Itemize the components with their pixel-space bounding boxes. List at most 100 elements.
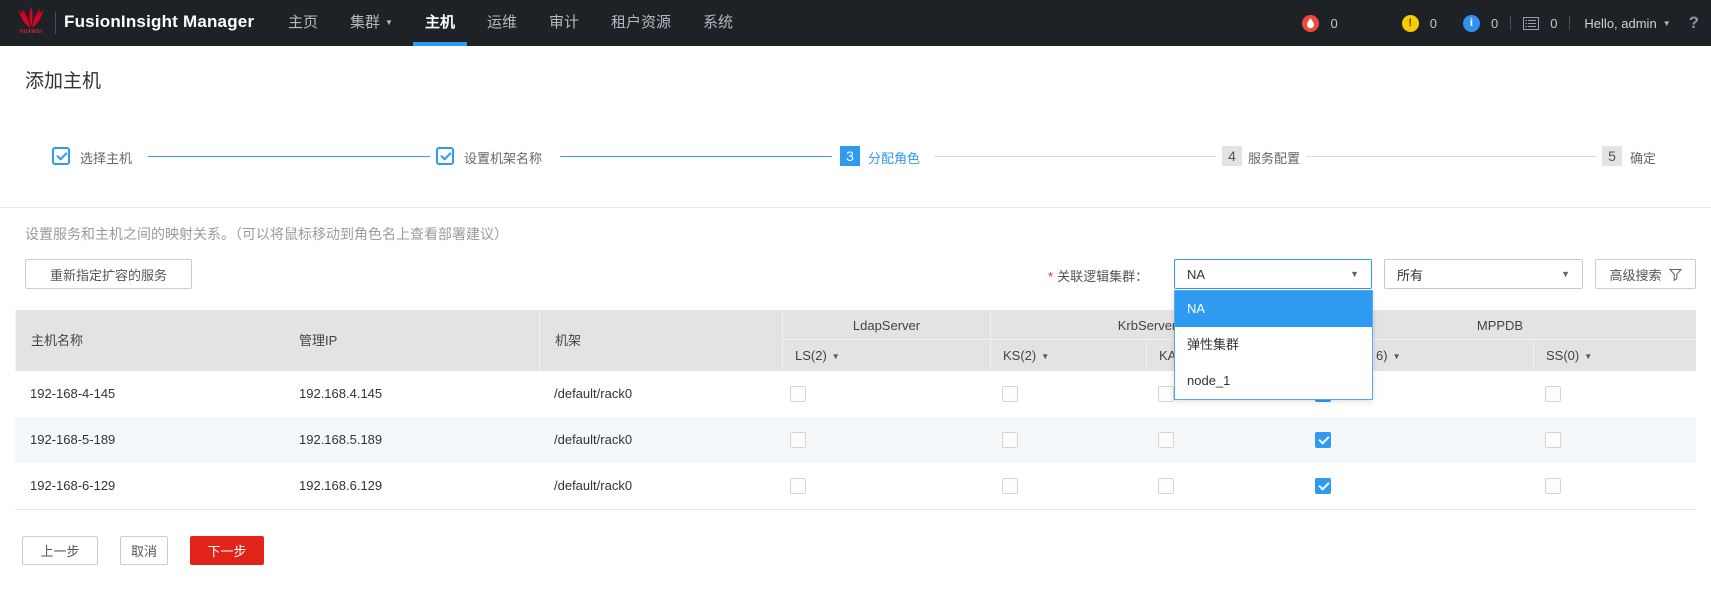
navbar-status-area: 0 ! 0 i 0 0 Hello, admin▼ ? bbox=[1302, 0, 1699, 46]
divider bbox=[1510, 16, 1511, 30]
role-checkbox-ka[interactable] bbox=[1158, 432, 1174, 448]
step1-label: 选择主机 bbox=[80, 148, 132, 167]
brand-title: FusionInsight Manager bbox=[64, 12, 254, 32]
info-alarm-icon[interactable]: i bbox=[1463, 15, 1480, 32]
role-column-ks[interactable]: KS(2)▼ bbox=[990, 341, 1146, 371]
step3-number: 3 bbox=[840, 146, 860, 166]
dropdown-option-na[interactable]: NA bbox=[1175, 291, 1372, 327]
brand-divider bbox=[55, 12, 56, 34]
table-row: 192-168-5-189 192.168.5.189 /default/rac… bbox=[15, 417, 1696, 463]
hostname-cell: 192-168-6-129 bbox=[15, 463, 284, 509]
step-connector bbox=[934, 156, 1216, 157]
logical-cluster-select[interactable]: NA ▼ bbox=[1174, 259, 1372, 289]
rack-cell: /default/rack0 bbox=[539, 371, 782, 417]
step4-label: 服务配置 bbox=[1248, 148, 1300, 167]
scope-filter-value: 所有 bbox=[1397, 265, 1423, 284]
role-checkbox-ks[interactable] bbox=[1002, 386, 1018, 402]
mapping-hint-text: 设置服务和主机之间的映射关系。（可以将鼠标移动到角色名上查看部署建议） bbox=[25, 224, 508, 244]
dropdown-option-elastic-cluster[interactable]: 弹性集群 bbox=[1175, 327, 1372, 363]
role-checkbox-ss[interactable] bbox=[1545, 386, 1561, 402]
mgmt-ip-cell: 192.168.4.145 bbox=[284, 371, 539, 417]
critical-alarm-count: 0 bbox=[1330, 16, 1337, 31]
column-header-hostname: 主机名称 bbox=[15, 310, 284, 371]
mgmt-ip-cell: 192.168.5.189 bbox=[284, 417, 539, 463]
nav-item-hosts[interactable]: 主机 bbox=[425, 0, 455, 46]
rack-cell: /default/rack0 bbox=[539, 417, 782, 463]
chevron-down-icon: ▼ bbox=[385, 18, 393, 27]
step5-label: 确定 bbox=[1630, 148, 1656, 167]
chevron-down-icon: ▼ bbox=[1561, 269, 1570, 279]
dropdown-option-node1[interactable]: node_1 bbox=[1175, 363, 1372, 399]
mgmt-ip-cell: 192.168.6.129 bbox=[284, 463, 539, 509]
chevron-down-icon: ▼ bbox=[1584, 352, 1592, 361]
nav-item-cluster[interactable]: 集群▼ bbox=[350, 0, 393, 46]
table-row: 192-168-4-145 192.168.4.145 /default/rac… bbox=[15, 371, 1696, 417]
warning-alarm-count: 0 bbox=[1430, 16, 1437, 31]
step2-done-check-icon bbox=[436, 147, 454, 165]
role-checkbox-ka[interactable] bbox=[1158, 478, 1174, 494]
cancel-button[interactable]: 取消 bbox=[120, 536, 168, 565]
help-icon[interactable]: ? bbox=[1689, 13, 1699, 33]
chevron-down-icon: ▼ bbox=[832, 352, 840, 361]
role-checkbox-mppdb[interactable] bbox=[1315, 478, 1331, 494]
step3-label: 分配角色 bbox=[868, 148, 920, 167]
column-header-mgmt-ip: 管理IP bbox=[284, 310, 539, 371]
logical-cluster-dropdown-menu: NA 弹性集群 node_1 bbox=[1174, 290, 1373, 400]
chevron-down-icon: ▼ bbox=[1350, 269, 1359, 279]
table-header: 主机名称 管理IP 机架 LdapServer KrbServer MPPDB … bbox=[15, 310, 1696, 371]
next-step-button[interactable]: 下一步 bbox=[190, 536, 264, 565]
nav-item-audit[interactable]: 审计 bbox=[549, 0, 579, 46]
previous-step-button[interactable]: 上一步 bbox=[22, 536, 98, 565]
nav-item-om[interactable]: 运维 bbox=[487, 0, 517, 46]
task-count: 0 bbox=[1550, 16, 1557, 31]
role-checkbox-ls[interactable] bbox=[790, 478, 806, 494]
nav-item-home[interactable]: 主页 bbox=[288, 0, 318, 46]
group-header-ldapserver: LdapServer bbox=[782, 310, 990, 340]
advanced-search-button[interactable]: 高级搜索 bbox=[1595, 259, 1696, 289]
role-column-ss[interactable]: SS(0)▼ bbox=[1533, 341, 1696, 371]
info-alarm-count: 0 bbox=[1491, 16, 1498, 31]
add-host-page: HUAWEI FusionInsight Manager 主页 集群▼ 主机 运… bbox=[0, 0, 1711, 608]
divider bbox=[1569, 16, 1570, 30]
hostname-cell: 192-168-5-189 bbox=[15, 417, 284, 463]
step5-number: 5 bbox=[1602, 146, 1622, 166]
role-checkbox-ls[interactable] bbox=[790, 432, 806, 448]
filter-funnel-icon bbox=[1669, 268, 1682, 281]
warning-alarm-icon[interactable]: ! bbox=[1402, 15, 1419, 32]
scope-filter-select[interactable]: 所有 ▼ bbox=[1384, 259, 1583, 289]
role-checkbox-ss[interactable] bbox=[1545, 432, 1561, 448]
step2-label: 设置机架名称 bbox=[464, 148, 542, 167]
step4-number: 4 bbox=[1222, 146, 1242, 166]
table-row: 192-168-6-129 192.168.6.129 /default/rac… bbox=[15, 463, 1696, 509]
step1-done-check-icon bbox=[52, 147, 70, 165]
page-title: 添加主机 bbox=[25, 66, 101, 93]
user-menu[interactable]: Hello, admin▼ bbox=[1584, 16, 1670, 31]
critical-alarm-icon[interactable] bbox=[1302, 15, 1319, 32]
top-navbar: HUAWEI FusionInsight Manager 主页 集群▼ 主机 运… bbox=[0, 0, 1711, 46]
respecify-services-button[interactable]: 重新指定扩容的服务 bbox=[25, 259, 192, 289]
step-connector bbox=[560, 156, 832, 157]
task-list-icon[interactable] bbox=[1523, 17, 1539, 30]
role-checkbox-ss[interactable] bbox=[1545, 478, 1561, 494]
hostname-cell: 192-168-4-145 bbox=[15, 371, 284, 417]
step-connector bbox=[148, 156, 430, 157]
nav-menu: 主页 集群▼ 主机 运维 审计 租户资源 系统 bbox=[288, 0, 765, 46]
role-checkbox-ka[interactable] bbox=[1158, 386, 1174, 402]
logical-cluster-label: *关联逻辑集群： bbox=[1048, 266, 1148, 285]
huawei-logo-icon: HUAWEI bbox=[14, 7, 48, 39]
role-checkbox-ks[interactable] bbox=[1002, 432, 1018, 448]
role-checkbox-ks[interactable] bbox=[1002, 478, 1018, 494]
section-divider bbox=[0, 207, 1711, 208]
chevron-down-icon: ▼ bbox=[1041, 352, 1049, 361]
step-connector bbox=[1306, 156, 1596, 157]
role-column-ls[interactable]: LS(2)▼ bbox=[782, 341, 990, 371]
role-checkbox-mppdb[interactable] bbox=[1315, 432, 1331, 448]
logical-cluster-value: NA bbox=[1187, 267, 1205, 282]
chevron-down-icon: ▼ bbox=[1663, 19, 1671, 28]
chevron-down-icon: ▼ bbox=[1393, 352, 1401, 361]
role-checkbox-ls[interactable] bbox=[790, 386, 806, 402]
nav-item-tenant[interactable]: 租户资源 bbox=[611, 0, 671, 46]
required-asterisk: * bbox=[1048, 269, 1053, 284]
table-bottom-border bbox=[15, 509, 1696, 510]
nav-item-system[interactable]: 系统 bbox=[703, 0, 733, 46]
